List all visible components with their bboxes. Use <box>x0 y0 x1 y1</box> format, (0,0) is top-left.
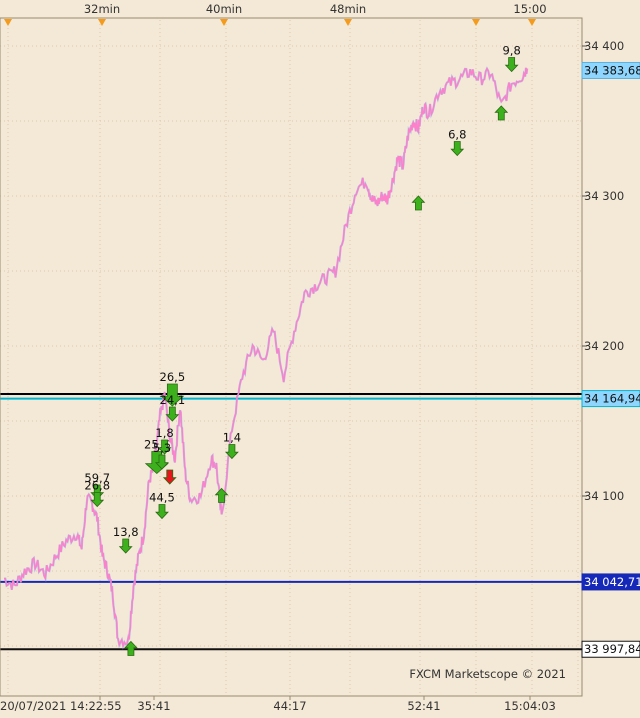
signal-label: 13,8 <box>113 525 139 539</box>
axis-layer: 32min 40min 48min 15:00 20/07/2021 14:22:55 3… <box>0 2 624 713</box>
signal-label: 6,8 <box>448 128 466 142</box>
signal-label: 1,8 <box>155 426 173 440</box>
signal-label: 26,8 <box>84 479 110 493</box>
time-marker-icon <box>344 19 352 26</box>
sell-arrow-icon <box>155 504 169 520</box>
bottom-time-label: 15:04:03 <box>504 699 556 713</box>
y-tick-label: 34 400 <box>584 39 624 53</box>
signal-label: 24,1 <box>160 393 186 407</box>
y-tick-label: 34 100 <box>584 489 624 503</box>
signal-label: 26,5 <box>160 370 186 384</box>
price-series-layer <box>4 66 529 650</box>
buy-arrow-icon <box>411 195 426 211</box>
buy-arrow-icon <box>494 105 509 121</box>
plot-frame <box>0 17 583 697</box>
signal-label: 5,3 <box>153 441 171 455</box>
time-marker-icon <box>98 19 106 26</box>
signal-label: 9,8 <box>502 44 520 58</box>
bottom-time-label: 35:41 <box>137 699 170 713</box>
sell-arrow-icon <box>450 141 465 157</box>
time-marker-icon <box>472 19 480 26</box>
y-tick-label: 34 300 <box>584 189 624 203</box>
signal-label: 1,4 <box>223 431 241 445</box>
horizontal-lines-layer <box>0 393 640 651</box>
price-badge-label: 33 997,84 <box>584 642 640 656</box>
signal-arrows-layer: 59,726,813,844,525,71,85,326,524,11,46,8… <box>84 44 521 656</box>
sell-arrow-icon <box>162 469 177 485</box>
time-marker-icon <box>4 19 12 26</box>
price-chart[interactable]: 59,726,813,844,525,71,85,326,524,11,46,8… <box>0 0 640 718</box>
bottom-time-label: 44:17 <box>273 699 306 713</box>
top-time-label: 48min <box>330 2 366 16</box>
sell-arrow-icon <box>118 538 133 554</box>
chart-root: 59,7 26,8 13,8 44,5 25,7 1,8 5,3 26,5 24,1 1,4 6,8… <box>0 0 640 718</box>
sell-arrow-icon <box>504 57 519 73</box>
current-price-label: 34 383,68 <box>584 63 640 77</box>
price-badge-label: 34 042,71 <box>584 575 640 589</box>
price-badges-layer: 34 164,94 34 042,71 33 997,84 34 383,68 <box>581 61 640 658</box>
top-time-label: 32min <box>84 2 120 16</box>
top-time-label: 15:00 <box>513 2 546 16</box>
y-tick-label: 34 200 <box>584 339 624 353</box>
watermark: FXCM Marketscope © 2021 <box>409 667 566 681</box>
signal-label: 44,5 <box>149 491 175 505</box>
grid-layer <box>0 20 582 696</box>
time-marker-icon <box>220 19 228 26</box>
price-badge-label: 34 164,94 <box>584 392 640 406</box>
top-time-label: 40min <box>206 2 242 16</box>
price-series-line <box>4 67 528 649</box>
bottom-time-label: 52:41 <box>407 699 440 713</box>
bottom-time-label: 20/07/2021 14:22:55 <box>0 699 122 713</box>
time-marker-icon <box>528 19 536 26</box>
